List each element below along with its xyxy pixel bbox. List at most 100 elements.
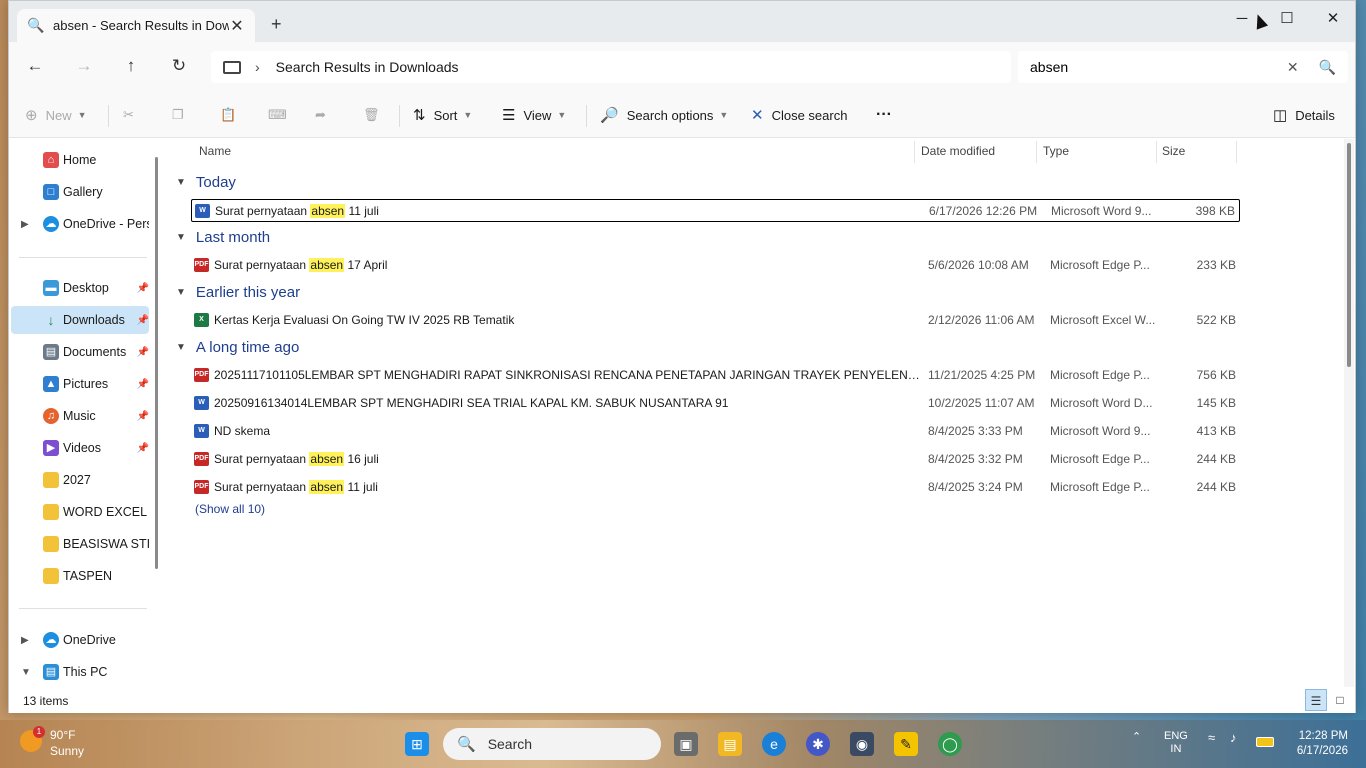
show-hidden-icons-icon[interactable]: ⌃ xyxy=(1132,730,1141,743)
table-row[interactable]: PDF Surat pernyataan absen 11 juli 8/4/2… xyxy=(191,476,1240,499)
search-box[interactable]: ✕ 🔍 xyxy=(1018,51,1348,83)
file-size: 233 KB xyxy=(1196,258,1236,272)
content-scrollbar[interactable] xyxy=(1344,139,1354,687)
app-icon[interactable]: ✱ xyxy=(806,732,830,756)
pin-icon[interactable]: 📌 xyxy=(137,443,149,454)
table-row[interactable]: PDF Surat pernyataan absen 16 juli 8/4/2… xyxy=(191,448,1240,471)
language-indicator[interactable]: ENG IN xyxy=(1164,730,1188,756)
sticky-notes-icon[interactable]: ✎ xyxy=(894,732,918,756)
maximize-button[interactable]: ☐ xyxy=(1265,7,1309,31)
rename-icon[interactable]: ⌨ xyxy=(268,104,287,126)
table-row[interactable]: W Surat pernyataan absen 11 juli 6/17/20… xyxy=(191,199,1240,222)
close-window-button[interactable]: ✕ xyxy=(1311,7,1355,31)
task-view-icon[interactable]: ▣ xyxy=(674,732,698,756)
sidebar-item-beasiswa-stip[interactable]: BEASISWA STIP xyxy=(11,530,149,558)
new-button[interactable]: ⊕ New ▼ xyxy=(25,104,87,126)
cut-icon[interactable]: ✂ xyxy=(123,104,134,126)
edge-browser-icon[interactable]: e xyxy=(762,732,786,756)
tab-search-results[interactable]: 🔍 absen - Search Results in Downloads ✕ xyxy=(17,9,255,42)
forward-arrow-icon[interactable]: → xyxy=(72,54,96,78)
sidebar-item-documents[interactable]: ▤ Documents 📌 xyxy=(11,338,149,366)
sidebar-item-gallery[interactable]: □ Gallery xyxy=(11,178,149,206)
view-button[interactable]: ☰ View ▼ xyxy=(502,104,566,126)
system-clock[interactable]: 12:28 PM 6/17/2026 xyxy=(1280,729,1348,759)
column-header-name[interactable]: Name xyxy=(199,144,231,166)
table-row[interactable]: PDF Surat pernyataan absen 17 April 5/6/… xyxy=(191,254,1240,277)
camera-app-icon[interactable]: ◉ xyxy=(850,732,874,756)
scrollbar-thumb[interactable] xyxy=(1347,143,1351,367)
sidebar-scrollbar[interactable] xyxy=(155,157,158,569)
new-tab-button[interactable]: + xyxy=(271,14,282,35)
wifi-icon[interactable]: ≈ xyxy=(1208,730,1215,745)
column-header-type[interactable]: Type xyxy=(1043,144,1069,166)
chevron-down-icon[interactable]: ▼ xyxy=(21,667,31,678)
pin-icon[interactable]: 📌 xyxy=(137,411,149,422)
sidebar-item-pictures[interactable]: ▲ Pictures 📌 xyxy=(11,370,149,398)
pin-icon[interactable]: 📌 xyxy=(137,347,149,358)
sidebar-item-word-excel[interactable]: WORD EXCEL xyxy=(11,498,149,526)
column-header-size[interactable]: Size xyxy=(1162,144,1185,166)
chevron-right-icon[interactable]: ▶ xyxy=(21,219,29,230)
group-header-today[interactable]: ▼ Today xyxy=(176,174,236,191)
sidebar-item-taspen[interactable]: TASPEN xyxy=(11,562,149,590)
chevron-right-icon[interactable]: ▶ xyxy=(21,635,29,646)
details-label: Details xyxy=(1295,107,1335,123)
pdf-file-icon: PDF xyxy=(194,480,209,494)
table-row[interactable]: W ND skema 8/4/2025 3:33 PM Microsoft Wo… xyxy=(191,420,1240,443)
clear-search-icon[interactable]: ✕ xyxy=(1287,59,1299,76)
up-arrow-icon[interactable]: ↑ xyxy=(119,54,143,78)
pin-icon[interactable]: 📌 xyxy=(137,379,149,390)
tab-close-icon[interactable]: ✕ xyxy=(229,16,245,36)
breadcrumb[interactable]: Search Results in Downloads xyxy=(276,59,459,75)
details-view-icon[interactable]: ☰ xyxy=(1305,689,1327,711)
sidebar-item-desktop[interactable]: ▬ Desktop 📌 xyxy=(11,274,149,302)
address-bar[interactable]: › Search Results in Downloads xyxy=(211,51,1011,83)
details-pane-button[interactable]: ◫ Details xyxy=(1273,104,1335,126)
column-divider[interactable] xyxy=(1156,141,1157,163)
search-icon[interactable]: 🔍 xyxy=(1319,59,1336,76)
sidebar-item-2027[interactable]: 2027 xyxy=(11,466,149,494)
group-header-last-month[interactable]: ▼ Last month xyxy=(176,229,270,246)
taskbar-search[interactable]: 🔍 Search xyxy=(443,728,661,760)
tiles-view-icon[interactable]: □ xyxy=(1329,689,1351,711)
table-row[interactable]: W 20250916134014LEMBAR SPT MENGHADIRI SE… xyxy=(191,392,1240,415)
volume-icon[interactable]: ♪ xyxy=(1230,730,1237,745)
refresh-icon[interactable]: ↻ xyxy=(167,54,191,78)
sort-button[interactable]: ⇅ Sort ▼ xyxy=(413,104,472,126)
sidebar-item-home[interactable]: ⌂ Home xyxy=(11,146,149,174)
sidebar-item-downloads[interactable]: ↓ Downloads 📌 xyxy=(11,306,149,334)
battery-icon[interactable] xyxy=(1256,737,1274,747)
table-row[interactable]: X Kertas Kerja Evaluasi On Going TW IV 2… xyxy=(191,309,1240,332)
search-input[interactable] xyxy=(1030,59,1287,75)
column-divider[interactable] xyxy=(1036,141,1037,163)
divider xyxy=(108,105,109,127)
pin-icon[interactable]: 📌 xyxy=(137,315,149,326)
paste-icon[interactable]: 📋 xyxy=(220,104,236,126)
more-options-button[interactable]: ··· xyxy=(876,104,892,126)
chevron-right-icon[interactable]: › xyxy=(255,59,260,75)
back-arrow-icon[interactable]: ← xyxy=(23,54,47,78)
search-options-button[interactable]: 🔎 Search options ▼ xyxy=(600,104,728,126)
sidebar-item-onedrive-personal[interactable]: ▶ ☁ OneDrive - Personal xyxy=(11,210,149,238)
group-header-a-long-time-ago[interactable]: ▼ A long time ago xyxy=(176,339,299,356)
table-row[interactable]: PDF 20251117101105LEMBAR SPT MENGHADIRI … xyxy=(191,364,1240,387)
start-windows-icon[interactable]: ⊞ xyxy=(405,732,429,756)
sidebar-item-videos[interactable]: ▶ Videos 📌 xyxy=(11,434,149,462)
column-divider[interactable] xyxy=(1236,141,1237,163)
column-header-date[interactable]: Date modified xyxy=(921,144,995,166)
sidebar-item-this-pc[interactable]: ▼ ▤ This PC xyxy=(11,658,149,686)
pin-icon[interactable]: 📌 xyxy=(137,283,149,294)
copy-icon[interactable]: ❐ xyxy=(172,104,184,126)
sidebar-item-onedrive[interactable]: ▶ ☁ OneDrive xyxy=(11,626,149,654)
column-divider[interactable] xyxy=(914,141,915,163)
sidebar-item-label: TASPEN xyxy=(63,569,113,583)
delete-icon[interactable]: 🗑 xyxy=(363,104,380,126)
file-explorer-icon[interactable]: ▤ xyxy=(718,732,742,756)
sidebar-item-label: Gallery xyxy=(63,185,103,199)
share-icon[interactable]: ➦ xyxy=(315,104,326,126)
chrome-browser-icon[interactable]: ◯ xyxy=(938,732,962,756)
group-header-earlier-this-year[interactable]: ▼ Earlier this year xyxy=(176,284,300,301)
sidebar-item-music[interactable]: ♫ Music 📌 xyxy=(11,402,149,430)
close-search-button[interactable]: ✕ Close search xyxy=(751,104,847,126)
show-all-link[interactable]: (Show all 10) xyxy=(195,502,265,516)
